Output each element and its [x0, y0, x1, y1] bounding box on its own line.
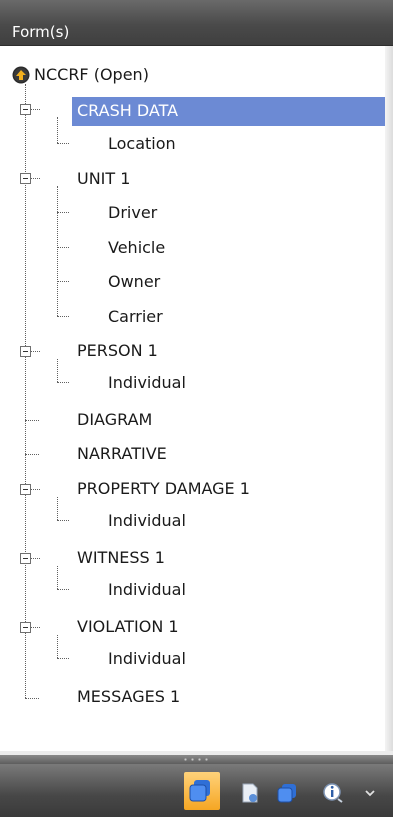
tree-root-nccrf[interactable]: NCCRF (Open)	[34, 65, 149, 85]
tree-node-driver[interactable]: Driver	[108, 203, 157, 223]
collapse-toggle-property-damage-1[interactable]	[20, 484, 31, 495]
forms-view-icon	[189, 780, 210, 802]
tree-line	[57, 143, 69, 144]
tree-node-violation-1[interactable]: VIOLATION 1	[77, 617, 179, 637]
forms-view-button[interactable]	[184, 772, 220, 810]
info-settings-button[interactable]	[318, 778, 348, 808]
tree-node-violation-individual[interactable]: Individual	[108, 649, 186, 669]
tree-node-narrative[interactable]: NARRATIVE	[77, 444, 167, 464]
tree-node-witness-1[interactable]: WITNESS 1	[77, 548, 165, 568]
bottom-toolbar	[0, 764, 393, 817]
tree-line	[57, 635, 58, 658]
tree-line	[25, 420, 39, 421]
tree-line	[30, 627, 40, 628]
tree-node-owner[interactable]: Owner	[108, 272, 160, 292]
tree-line	[57, 281, 69, 282]
forms-panel: Form(s) NCCRF (Open) CRASH DATA Location…	[0, 0, 393, 817]
tree-line	[30, 489, 40, 490]
tree-line	[30, 109, 40, 110]
form-tree: NCCRF (Open) CRASH DATA Location UNIT 1 …	[0, 0, 385, 751]
collapse-toggle-witness-1[interactable]	[20, 553, 31, 564]
tree-line	[57, 186, 58, 316]
info-settings-icon	[323, 783, 343, 803]
tree-node-crash-data[interactable]: CRASH DATA	[77, 101, 178, 121]
collapse-toggle-person-1[interactable]	[20, 346, 31, 357]
tree-line	[57, 247, 69, 248]
tree-line	[57, 382, 69, 383]
tree-line	[57, 658, 69, 659]
tree-node-property-individual[interactable]: Individual	[108, 511, 186, 531]
tree-node-person-individual[interactable]: Individual	[108, 373, 186, 393]
attachment-document-button[interactable]	[236, 778, 266, 808]
toolbar-overflow-button[interactable]	[358, 778, 382, 808]
tree-node-witness-individual[interactable]: Individual	[108, 580, 186, 600]
tree-line	[25, 454, 39, 455]
tree-line	[30, 178, 40, 179]
tree-line	[57, 117, 58, 143]
tree-line	[57, 316, 69, 317]
tree-line	[30, 351, 40, 352]
tree-node-location[interactable]: Location	[108, 134, 176, 154]
tree-node-unit-1[interactable]: UNIT 1	[77, 169, 130, 189]
tree-node-messages-1[interactable]: MESSAGES 1	[77, 687, 180, 707]
tree-node-vehicle[interactable]: Vehicle	[108, 238, 165, 258]
tree-line	[30, 558, 40, 559]
tree-line	[57, 212, 69, 213]
collapse-toggle-violation-1[interactable]	[20, 622, 31, 633]
collapse-toggle-crash-data[interactable]	[20, 104, 31, 115]
vertical-edge-strip	[385, 46, 393, 751]
collapse-toggle-unit-1[interactable]	[20, 173, 31, 184]
tree-node-property-damage-1[interactable]: PROPERTY DAMAGE 1	[77, 479, 250, 499]
chevron-down-icon	[365, 790, 375, 797]
tree-node-diagram[interactable]: DIAGRAM	[77, 410, 152, 430]
tree-line	[25, 698, 39, 699]
tree-line	[57, 497, 58, 520]
attachment-document-icon	[242, 783, 258, 803]
panel-splitter[interactable]	[0, 755, 393, 764]
tree-line	[57, 566, 58, 589]
grip-dots-icon	[182, 758, 210, 761]
tree-line	[57, 589, 69, 590]
tree-line	[57, 359, 58, 382]
nccrf-form-icon	[12, 66, 30, 84]
windows-icon	[277, 784, 296, 803]
tree-node-person-1[interactable]: PERSON 1	[77, 341, 158, 361]
windows-button[interactable]	[272, 778, 302, 808]
tree-line	[57, 520, 69, 521]
tree-node-carrier[interactable]: Carrier	[108, 307, 163, 327]
